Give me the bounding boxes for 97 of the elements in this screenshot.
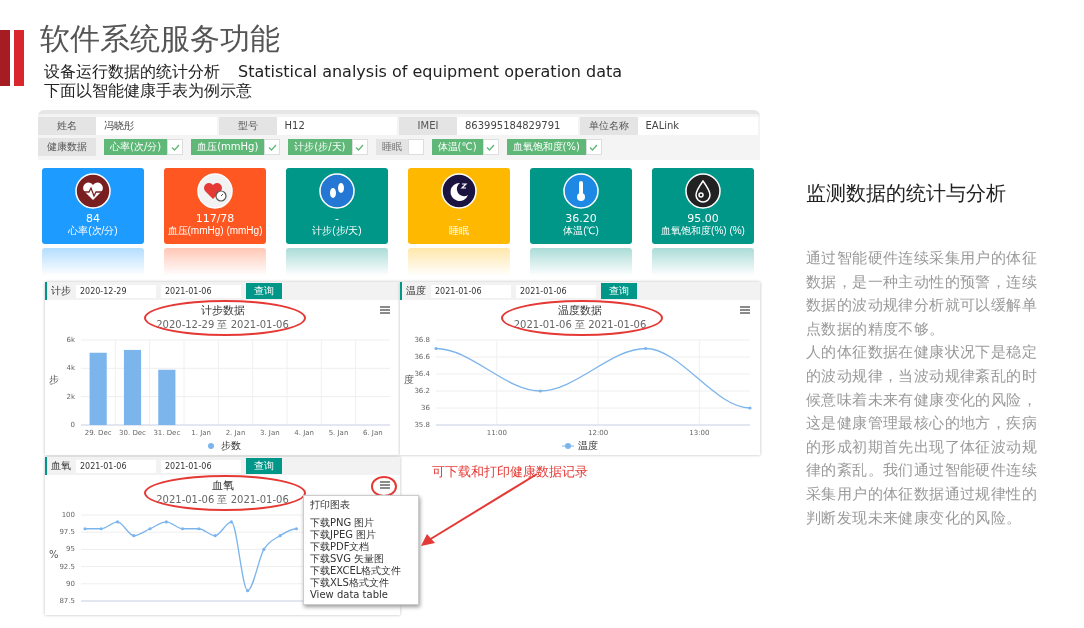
metric-label: 计步(步/天) [312,225,362,237]
body-paragraph: 通过智能硬件连续采集用户的体征数据，是一种主动性的预警，连续数据的波动规律分析就可以缓解单点数据的精度不够。 [806,248,1038,340]
query-button[interactable]: 查询 [246,458,282,474]
field-label: IMEI [399,117,457,135]
menu-item[interactable]: 下载XLS格式文件 [304,577,418,589]
menu-item[interactable]: 打印图表 [304,499,418,511]
metric-label: 心率(次/分) [68,225,118,237]
query-button[interactable]: 查询 [601,283,637,299]
metric-label: 血压(mmHg) (mmHg) [167,225,263,237]
data-point [181,527,185,531]
annotation-text: 可下载和打印健康数据记录 [432,464,588,479]
bar [158,369,176,425]
data-point [246,589,250,593]
menu-icon[interactable] [740,306,750,314]
legend-label: 步数 [220,439,241,453]
data-point [229,520,233,524]
check-icon [170,143,180,151]
heart-gauge-icon [197,173,233,209]
start-date-field[interactable]: 2021-01-06 [431,284,511,298]
title-accent [0,30,24,86]
query-button[interactable]: 查询 [246,283,282,299]
heart-pulse-icon [75,173,111,209]
legend-label: 温度 [578,439,598,453]
filter-label: 温度 [406,284,426,298]
data-point [434,346,438,351]
chart-subtitle: 2020-12-29 至 2021-01-06 [156,318,289,331]
metric-value: 36.20 [565,213,597,225]
metric-label: 体温(℃) [563,225,599,237]
field-label: 姓名 [38,117,96,135]
check-icon [589,143,599,151]
filter-label: 计步 [51,284,71,298]
field-label: 健康数据 [38,138,96,156]
metric-value: - [335,213,339,225]
data-point [83,527,87,531]
end-date-field[interactable]: 2021-01-06 [161,284,241,298]
field-value: EALink [637,117,758,135]
chart-title: 血氧 [211,479,234,493]
metric-value: - [457,213,461,225]
menu-item[interactable]: 下载SVG 矢量图 [304,553,418,565]
metric-value: 117/78 [195,213,235,225]
menu-item[interactable]: 下载EXCEL格式文件 [304,565,418,577]
data-point [213,534,217,538]
field-label: 型号 [218,117,277,135]
legend-marker-icon [562,443,574,449]
data-point [132,534,136,538]
axis-title: 步 [49,373,59,385]
data-point [148,527,152,531]
check-icon [267,143,277,151]
chart-title: 计步数据 [200,304,245,318]
body-paragraph: 人的体征数据在健康状况下是稳定的波动规律，当波动规律紊乱的时候意味着未来有健康变化的风险，这是健康管理最核心的地方，疾病的形成初期首先出现了体征波动规律的紊乱。我们通过智能硬件连续采集用户的体征数据通过规律性的判断发现未来健康变化的风险。 [806,342,1038,529]
checkbox[interactable] [167,139,184,155]
data-point [164,520,168,524]
data-point [99,527,103,531]
end-date-field[interactable]: 2021-01-06 [161,459,241,473]
field-value: 863995184829791 [457,117,578,135]
metric-value: 95.00 [687,213,719,225]
health-tag[interactable]: 睡眠 [375,139,408,155]
chart-subtitle: 2021-01-06 至 2021-01-06 [513,318,647,331]
check-icon [486,143,496,151]
field-value: H12 [276,117,397,135]
axis-title: 度 [404,373,414,385]
data-point [748,406,752,410]
data-point [538,389,542,393]
data-point [197,527,201,531]
data-point [262,547,266,551]
field-label: 单位名称 [579,117,638,135]
slide-title: 软件系统服务功能 [40,22,281,56]
metric-value: 84 [86,213,100,225]
subtitle: 下面以智能健康手表为例示意 [44,81,252,100]
data-point [294,527,298,531]
thermometer-icon [563,173,599,209]
data-point [278,534,282,538]
subtitle-english: Statistical analysis of equipment operation data [238,62,623,81]
menu-item[interactable]: 下载PNG 图片 [304,517,418,529]
menu-icon[interactable] [380,306,390,314]
check-icon [355,143,364,151]
subtitle: 设备运行数据的统计分析 [44,62,220,81]
menu-item[interactable]: 下载PDF文档 [304,541,418,553]
water-drop-icon [685,173,721,209]
menu-item[interactable]: View data table [304,589,418,601]
end-date-field[interactable]: 2021-01-06 [516,284,596,298]
chart-subtitle: 2021-01-06 至 2021-01-06 [156,493,289,506]
field-value: 冯晓彤 [96,117,217,135]
start-date-field[interactable]: 2020-12-29 [76,284,156,298]
chart-title: 温度数据 [558,304,602,318]
menu-icon[interactable] [380,481,390,489]
axis-title: % [49,549,59,560]
checkbox[interactable] [264,139,281,155]
filter-label: 血氧 [51,459,71,473]
data-point [115,520,120,524]
menu-item[interactable]: 下载JPEG 图片 [304,529,418,541]
moon-icon [441,173,477,209]
footprints-icon [319,173,355,209]
section-heading: 监测数据的统计与分析 [806,180,1007,207]
start-date-field[interactable]: 2021-01-06 [76,459,156,473]
metric-label: 睡眠 [449,225,469,237]
metric-label: 血氧饱和度(%) (%) [661,225,745,237]
